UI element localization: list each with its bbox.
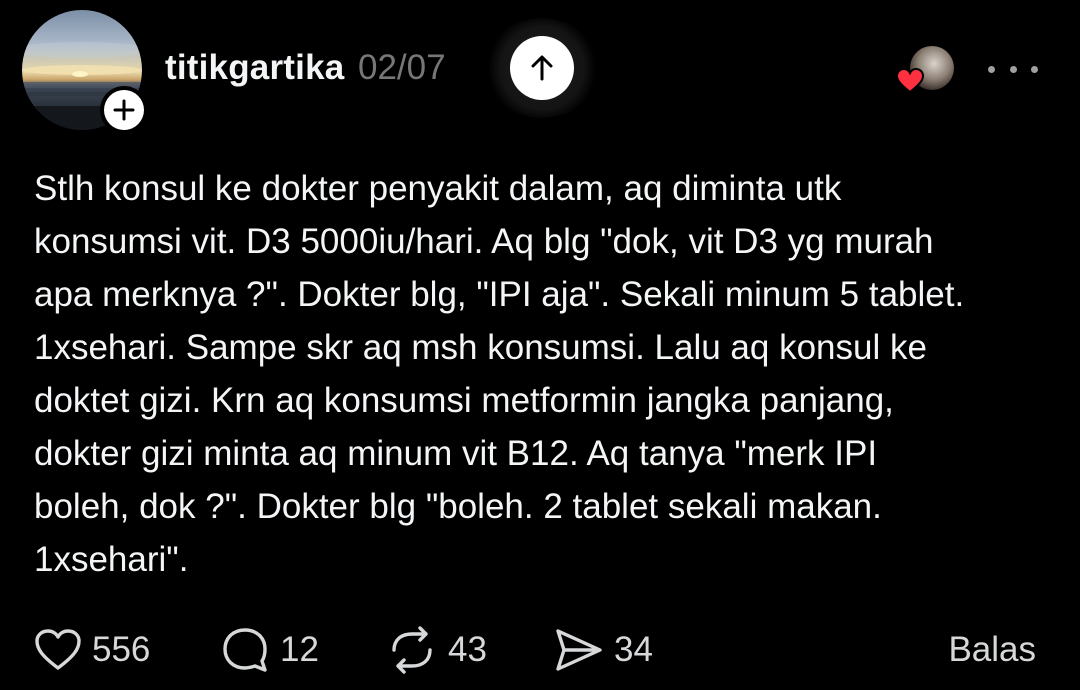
repost-icon — [392, 626, 432, 674]
share-count: 34 — [614, 630, 653, 669]
more-options-icon[interactable] — [988, 54, 1038, 84]
more-dot — [1031, 65, 1038, 73]
author-avatar-group — [22, 10, 148, 134]
more-dot — [1009, 65, 1017, 73]
send-icon — [556, 629, 602, 671]
thread-post: titikgartika 02/07 Stlh konsul ke dokter… — [0, 0, 1080, 690]
heart-icon — [896, 68, 924, 94]
follow-button[interactable] — [100, 86, 148, 134]
arrow-up-icon — [531, 55, 553, 81]
repost-count: 43 — [448, 630, 487, 669]
scroll-up-button[interactable] — [486, 18, 598, 118]
comment-count: 12 — [280, 630, 319, 669]
repost-button[interactable]: 43 — [386, 622, 487, 678]
reply-button[interactable]: Balas — [948, 622, 1036, 678]
liked-by-avatar[interactable] — [896, 46, 956, 100]
comment-bubble-icon — [223, 628, 267, 672]
share-button[interactable]: 34 — [554, 622, 653, 678]
comment-button[interactable]: 12 — [220, 622, 319, 678]
like-button[interactable]: 556 — [34, 622, 150, 678]
heart-outline-icon — [35, 629, 81, 670]
post-body-text: Stlh konsul ke dokter penyakit dalam, aq… — [34, 169, 965, 579]
like-count: 556 — [92, 630, 151, 669]
more-dot — [988, 65, 995, 73]
post-timestamp: 02/07 — [358, 48, 446, 87]
author-username[interactable]: titikgartika — [165, 48, 344, 88]
plus-icon — [113, 99, 135, 121]
post-actions-bar: 556 12 43 34 Balas — [0, 622, 1080, 678]
